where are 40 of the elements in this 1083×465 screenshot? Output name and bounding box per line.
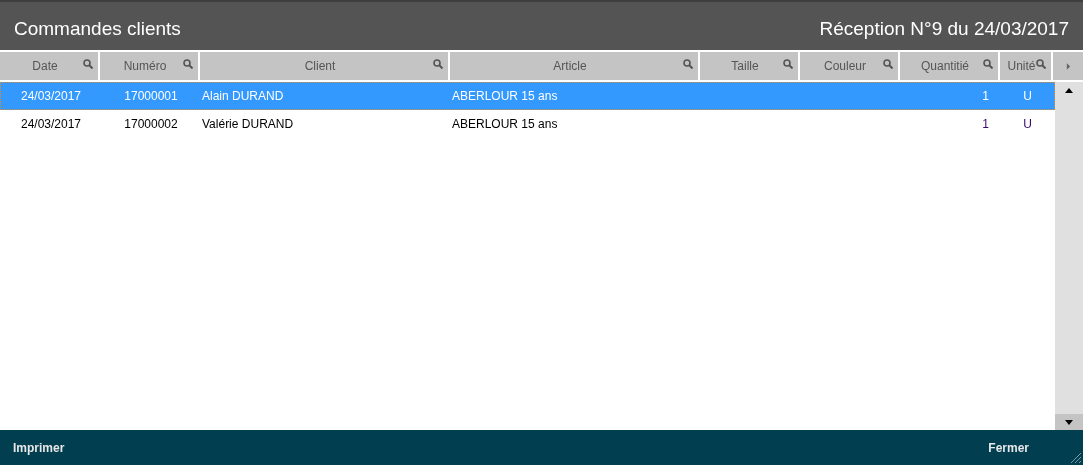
down-arrow-icon	[1065, 419, 1073, 425]
search-icon[interactable]	[783, 59, 793, 69]
column-header[interactable]: Client	[200, 52, 450, 80]
table-cell: 17000002	[124, 117, 178, 131]
search-icon[interactable]	[83, 59, 93, 69]
search-icon[interactable]	[983, 59, 993, 69]
column-header[interactable]: Article	[450, 52, 700, 80]
right-arrow-icon	[1065, 62, 1071, 70]
table-cell: 24/03/2017	[20, 89, 82, 103]
table-cell: 1	[982, 117, 989, 131]
search-icon[interactable]	[1036, 59, 1046, 69]
search-icon[interactable]	[433, 59, 443, 69]
scroll-down-button[interactable]	[1055, 414, 1083, 430]
print-button[interactable]: Imprimer	[13, 440, 65, 455]
table-cell: U	[1023, 117, 1032, 131]
table-cell: ABERLOUR 15 ans	[452, 117, 558, 131]
table-cell: 24/03/2017	[20, 117, 82, 131]
column-header[interactable]: Numéro	[100, 52, 200, 80]
window-title: Commandes clients	[14, 18, 181, 40]
search-icon[interactable]	[183, 59, 193, 69]
close-button[interactable]: Fermer	[988, 440, 1029, 455]
resize-grip-icon[interactable]	[1071, 453, 1081, 463]
table-cell: 1	[982, 89, 989, 103]
table-cell: Valérie DURAND	[202, 117, 294, 131]
column-header[interactable]: Unité	[1000, 52, 1053, 80]
table-cell: ABERLOUR 15 ans	[452, 89, 558, 103]
column-header[interactable]: Date	[0, 52, 100, 80]
table-cell: U	[1023, 89, 1032, 103]
table-row[interactable]: 24/03/2017 17000002 Valérie DURAND ABERLOUR 15 ans 1 U	[0, 110, 1055, 138]
table-row[interactable]: 24/03/2017 17000001 Alain DURAND ABERLOUR 15 ans 1 U	[0, 82, 1055, 110]
scrollbar[interactable]	[1055, 82, 1083, 430]
column-header[interactable]: Taille	[700, 52, 800, 80]
search-icon[interactable]	[683, 59, 693, 69]
window-subtitle: Réception N°9 du 24/03/2017	[819, 18, 1069, 40]
table-cell: 17000001	[124, 89, 178, 103]
table-cell: Alain DURAND	[202, 89, 284, 103]
up-arrow-icon	[1065, 87, 1073, 93]
column-header[interactable]: Couleur	[800, 52, 900, 80]
column-header[interactable]: Quantitié	[900, 52, 1000, 80]
search-icon[interactable]	[883, 59, 893, 69]
